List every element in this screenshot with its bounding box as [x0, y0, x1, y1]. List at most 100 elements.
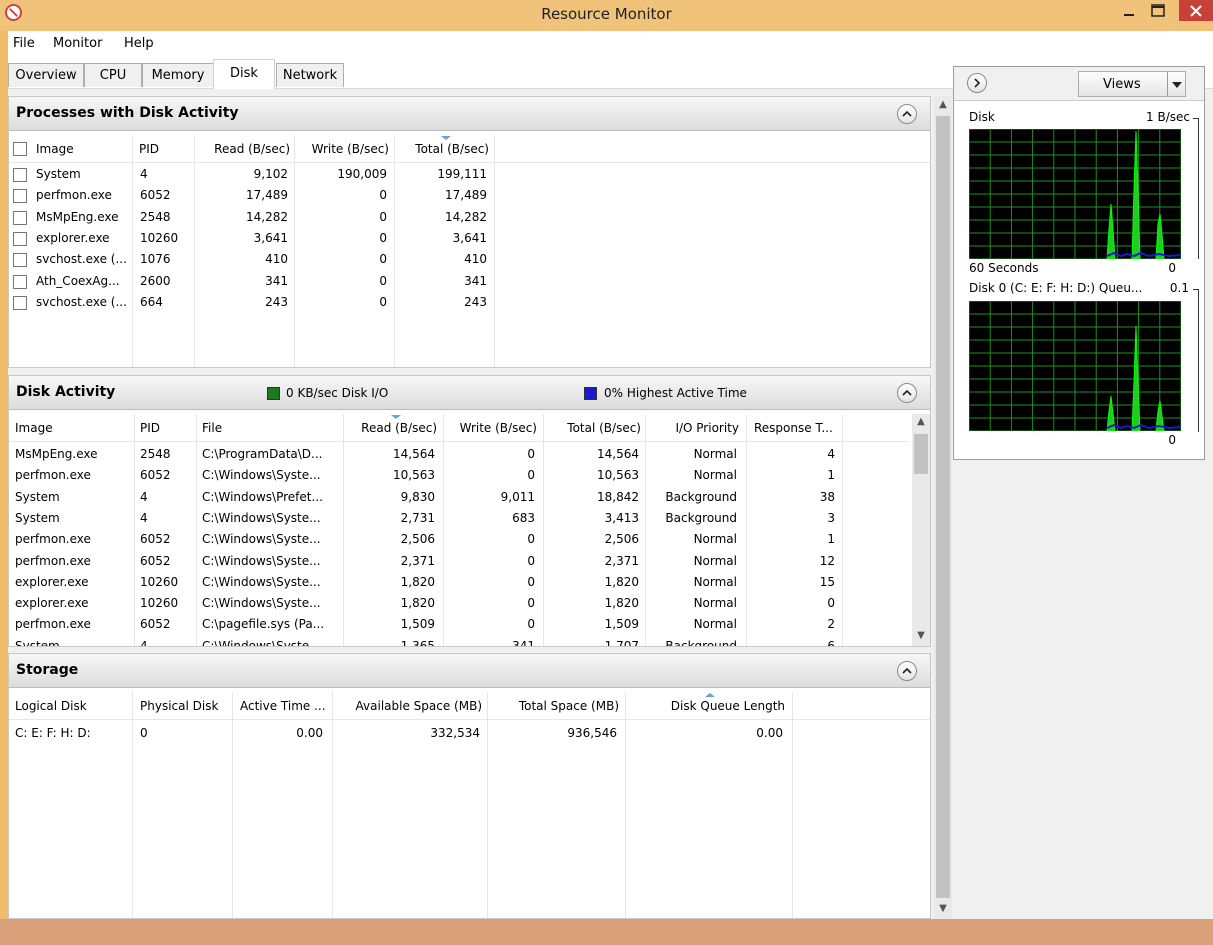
tab-memory[interactable]: Memory — [142, 63, 214, 87]
row-checkbox[interactable] — [13, 168, 27, 182]
cell-image: explorer.exe — [15, 596, 89, 611]
cell-pid: 4 — [140, 167, 148, 181]
cell-image: perfmon.exe — [15, 532, 91, 547]
scroll-down-icon[interactable]: ▼ — [934, 903, 952, 914]
storage-header[interactable]: Storage — [9, 654, 930, 688]
close-button[interactable] — [1179, 0, 1213, 21]
cell-image: perfmon.exe — [36, 188, 112, 203]
chevron-up-icon — [902, 667, 912, 674]
menu-file[interactable]: File — [13, 36, 35, 51]
cell-io-priority: Normal — [693, 596, 737, 611]
cell-io-priority: Background — [665, 489, 737, 504]
cell-file: C:\ProgramData\D... — [202, 447, 323, 461]
row-checkbox[interactable] — [13, 189, 27, 204]
cell-read: 10,563 — [393, 468, 435, 483]
col-logical-disk[interactable]: Logical Disk — [15, 692, 130, 720]
scroll-up-icon[interactable]: ▲ — [912, 416, 930, 427]
col-pid[interactable]: PID — [139, 135, 194, 163]
column-divider — [194, 135, 195, 367]
col-io-priority[interactable]: I/O Priority — [647, 414, 739, 442]
col-total-space[interactable]: Total Space (MB) — [489, 692, 619, 720]
window-title: Resource Monitor — [541, 5, 672, 23]
col-active-time[interactable]: Active Time ... — [240, 692, 332, 720]
views-divider — [1167, 72, 1168, 96]
maximize-icon — [1151, 4, 1165, 17]
col-write[interactable]: Write (B/sec) — [443, 414, 537, 442]
cell-read: 341 — [265, 273, 288, 288]
cell-write: 9,011 — [500, 489, 535, 504]
cell-response-time: 38 — [819, 489, 835, 504]
col-image[interactable]: Image — [36, 135, 131, 163]
storage-collapse-button[interactable] — [897, 661, 917, 681]
scroll-down-icon[interactable]: ▼ — [912, 630, 930, 641]
cell-file: C:\Windows\Syste... — [202, 468, 321, 483]
col-available-space[interactable]: Available Space (MB) — [339, 692, 482, 720]
row-checkbox[interactable] — [13, 295, 27, 310]
row-checkbox[interactable] — [13, 210, 27, 225]
disk-activity-table-body: MsMpEng.exe 2548 C:\ProgramData\D... 14,564… — [9, 443, 909, 646]
col-file[interactable]: File — [202, 414, 332, 442]
col-write[interactable]: Write (B/sec) — [296, 135, 389, 163]
scroll-thumb[interactable] — [936, 116, 950, 898]
minimize-button[interactable] — [1116, 0, 1142, 21]
graphs-expand-button[interactable] — [967, 73, 987, 93]
col-response-time[interactable]: Response T... — [754, 414, 846, 442]
cell-pid: 1076 — [140, 252, 171, 267]
cell-logical-disk: C: E: F: H: D: — [15, 726, 91, 740]
main-scrollbar[interactable]: ▲ ▼ — [934, 96, 952, 919]
cell-image: MsMpEng.exe — [15, 447, 98, 461]
processes-header[interactable]: Processes with Disk Activity — [9, 97, 930, 131]
menu-monitor[interactable]: Monitor — [53, 36, 102, 51]
row-checkbox[interactable] — [13, 274, 27, 289]
scale-bracket — [1193, 118, 1199, 259]
cell-write: 0 — [527, 447, 535, 461]
cell-total: 1,820 — [604, 574, 639, 589]
select-all-checkbox[interactable] — [13, 142, 27, 156]
col-read[interactable]: Read (B/sec) — [343, 414, 437, 442]
active-time-line — [1106, 251, 1182, 258]
col-pid[interactable]: PID — [140, 414, 195, 442]
disk-activity-collapse-button[interactable] — [897, 383, 917, 403]
cell-file: C:\pagefile.sys (Pa... — [202, 617, 325, 632]
tab-overview[interactable]: Overview — [8, 63, 84, 87]
row-checkbox[interactable] — [13, 231, 27, 246]
cell-write: 0 — [379, 294, 387, 309]
col-read[interactable]: Read (B/sec) — [196, 135, 290, 163]
tab-network[interactable]: Network — [276, 63, 344, 87]
cell-response-time: 12 — [819, 553, 835, 568]
scroll-up-icon[interactable]: ▲ — [934, 99, 952, 110]
queue-graph-scale: 0.1 — [1169, 281, 1189, 295]
disk-activity-scrollbar[interactable]: ▲ ▼ — [912, 414, 930, 646]
col-image[interactable]: Image — [15, 414, 130, 442]
processes-collapse-button[interactable] — [897, 104, 917, 124]
row-checkbox[interactable] — [13, 253, 27, 268]
views-dropdown[interactable]: Views — [1078, 71, 1186, 97]
maximize-button[interactable] — [1145, 0, 1171, 21]
graphs-toolbar: Views — [954, 67, 1204, 101]
col-total[interactable]: Total (B/sec) — [543, 414, 641, 442]
menu-help[interactable]: Help — [124, 36, 154, 51]
tab-cpu[interactable]: CPU — [84, 63, 142, 87]
activity-spike — [1106, 203, 1116, 260]
cell-file: C:\Windows\Syste... — [202, 596, 321, 611]
cell-image: svchost.exe (... — [36, 252, 127, 267]
tab-disk[interactable]: Disk — [213, 59, 275, 89]
cell-total: 10,563 — [597, 468, 639, 483]
cell-image: System — [15, 510, 60, 525]
cell-image: Ath_CoexAg... — [36, 273, 120, 288]
cell-write: 0 — [379, 188, 387, 203]
cell-io-priority: Normal — [693, 447, 737, 461]
disk-activity-header[interactable]: Disk Activity 0 KB/sec Disk I/O 0% Highe… — [9, 376, 930, 410]
cell-read: 2,371 — [400, 553, 435, 568]
cell-total: 341 — [464, 273, 487, 288]
cell-total: 18,842 — [597, 489, 639, 504]
cell-image: explorer.exe — [15, 574, 89, 589]
cell-write: 341 — [512, 638, 535, 646]
column-divider — [132, 135, 133, 367]
cell-read: 410 — [265, 252, 288, 267]
cell-image: explorer.exe — [36, 230, 110, 245]
cell-image: perfmon.exe — [15, 468, 91, 483]
scroll-thumb[interactable] — [914, 434, 928, 474]
col-physical-disk[interactable]: Physical Disk — [140, 692, 232, 720]
processes-panel: Processes with Disk Activity Image PID R… — [8, 96, 931, 368]
